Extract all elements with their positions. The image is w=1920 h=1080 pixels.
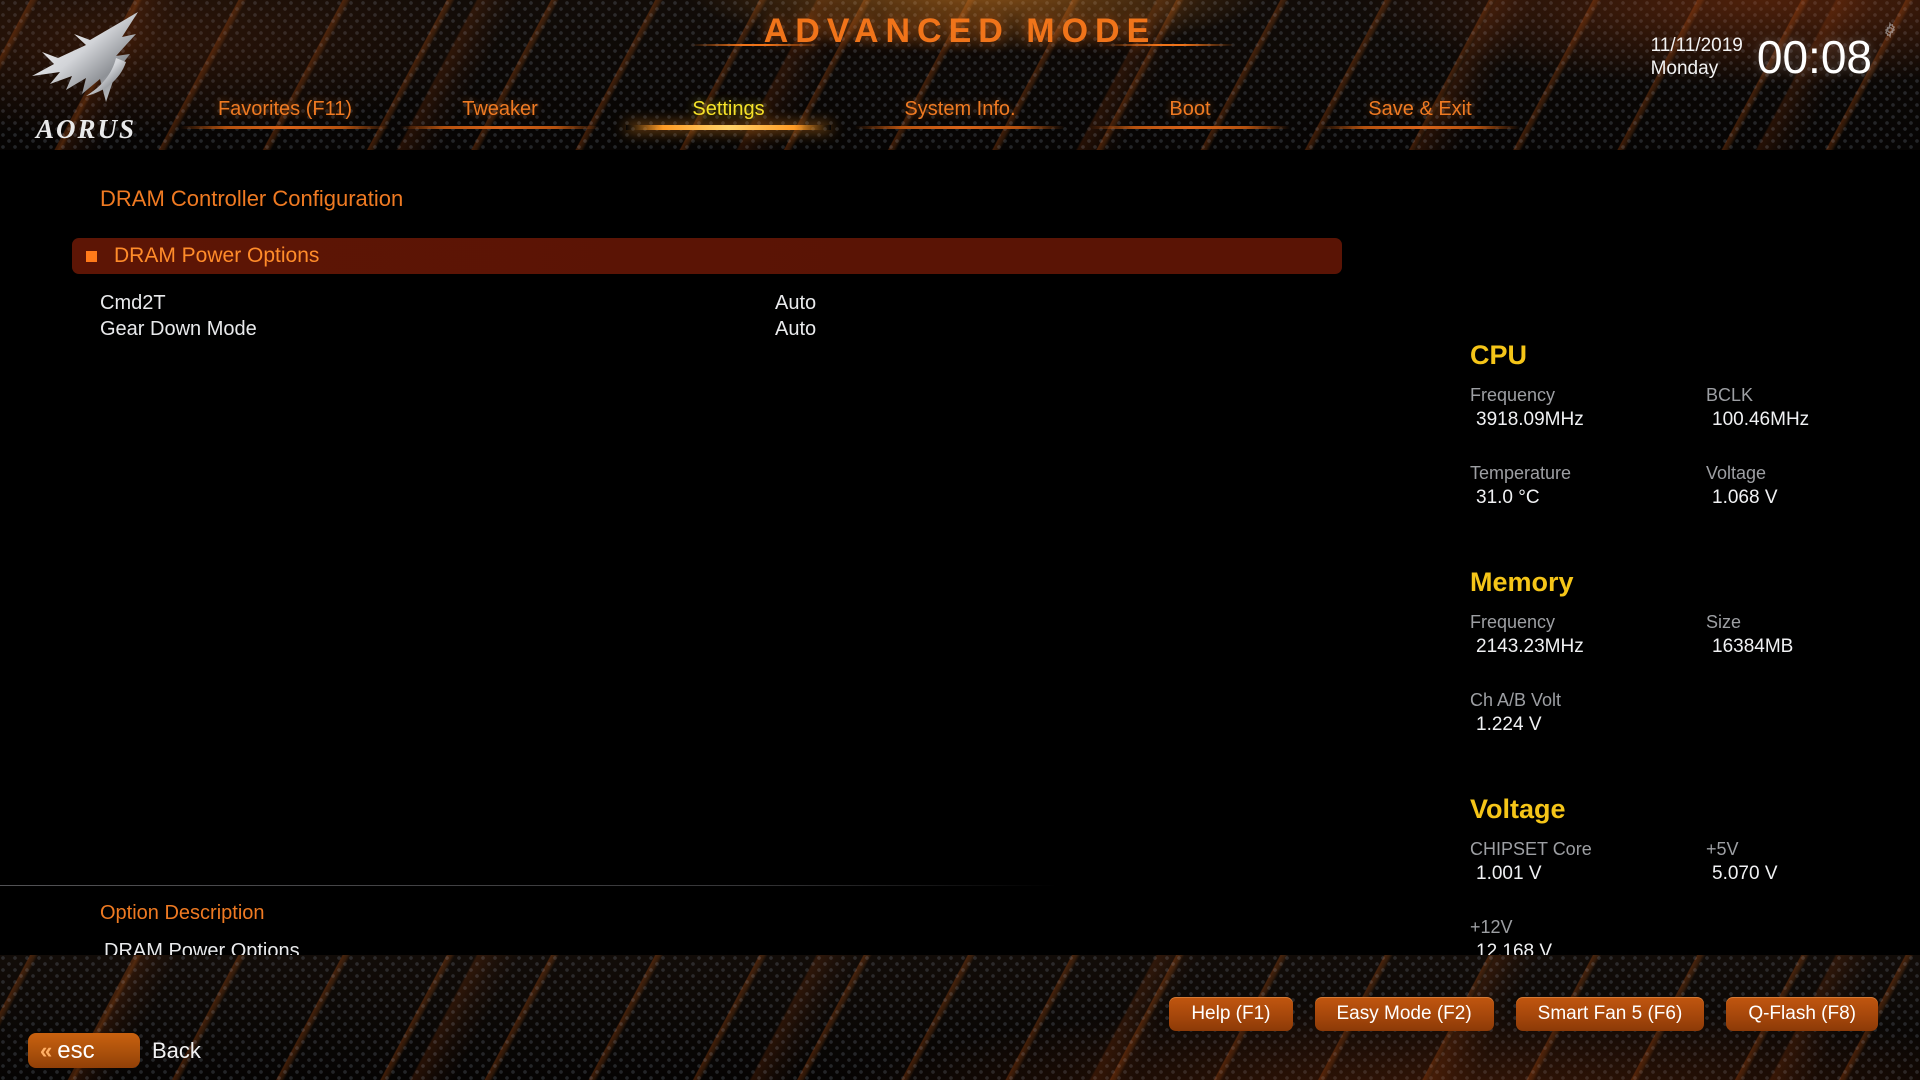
sysinfo-grid: CHIPSET Core 1.001 V +5V 5.070 V +12V 12.168 …	[1470, 837, 1900, 965]
sysinfo-key: Size	[1706, 611, 1742, 632]
footer-button-label: Smart Fan 5 (F6)	[1537, 1003, 1683, 1024]
tab-label: Boot	[1169, 98, 1211, 120]
tab-save-exit[interactable]: Save & Exit	[1320, 98, 1520, 129]
sysinfo-cell: +5V 5.070 V	[1706, 837, 1900, 887]
option-value: Auto	[775, 292, 817, 314]
clock-date-block: 11/11/2019 Monday	[1651, 34, 1743, 80]
sysinfo-value: 1.001 V	[1476, 863, 1542, 885]
footer-button-label: Easy Mode (F2)	[1336, 1003, 1472, 1024]
page-mode-title: ADVANCED MODE	[763, 12, 1157, 50]
footer-button-help-f1[interactable]: Help (F1)	[1169, 997, 1293, 1031]
footer-button-label: Q-Flash (F8)	[1748, 1003, 1856, 1024]
sysinfo-cell: Ch A/B Volt 1.224 V	[1470, 688, 1706, 738]
bios-advanced-mode-screen: AORUS ADVANCED MODE 11/11/2019 Monday 00…	[0, 0, 1920, 1080]
submenu-bullet-icon	[86, 251, 97, 262]
sysinfo-cell: Size 16384MB	[1706, 610, 1900, 660]
tab-label: Settings	[692, 98, 765, 120]
sysinfo-cell: Temperature 31.0 °C	[1470, 461, 1706, 511]
double-chevron-left-icon: «	[40, 1037, 52, 1063]
sysinfo-key: +5V	[1706, 838, 1739, 859]
tab-underline	[400, 126, 600, 129]
tab-underline	[180, 126, 390, 129]
option-name: Gear Down Mode	[100, 318, 257, 340]
sysinfo-key: CHIPSET Core	[1470, 838, 1592, 859]
sysinfo-group-title: CPU	[1470, 340, 1528, 370]
option-description-title: Option Description	[100, 902, 265, 924]
tab-label: System Info.	[904, 98, 1016, 120]
tab-underline	[1090, 126, 1290, 129]
sysinfo-key: +12V	[1470, 916, 1513, 937]
tab-underline	[626, 125, 831, 130]
footer-button-bar: Help (F1) Easy Mode (F2) Smart Fan 5 (F6) Q…	[1169, 997, 1878, 1031]
footer-button-q-flash-f8[interactable]: Q-Flash (F8)	[1726, 997, 1878, 1031]
sysinfo-cell: Frequency 3918.09MHz	[1470, 383, 1706, 433]
menu-item-label: DRAM Power Options	[114, 244, 320, 267]
sysinfo-group-cpu: CPU Frequency 3918.09MHz BCLK 100.46MHz Tempe…	[1470, 340, 1900, 511]
option-name: Cmd2T	[100, 292, 166, 314]
tab-label: Favorites (F11)	[217, 98, 353, 120]
page-title: DRAM Controller Configuration	[100, 186, 404, 211]
sysinfo-key: Temperature	[1470, 462, 1572, 483]
tab-underline	[1320, 126, 1520, 129]
sysinfo-group-voltage: Voltage CHIPSET Core 1.001 V +5V 5.070 V +12V…	[1470, 794, 1900, 965]
sysinfo-value: 100.46MHz	[1712, 409, 1810, 431]
sysinfo-key: Frequency	[1470, 385, 1556, 405]
system-info-panel: CPU Frequency 3918.09MHz BCLK 100.46MHz Tempe…	[1470, 340, 1900, 1021]
tab-favorites-f11[interactable]: Favorites (F11)	[180, 98, 390, 129]
sysinfo-grid: Frequency 3918.09MHz BCLK 100.46MHz Temperat…	[1470, 383, 1900, 511]
esc-key-pill[interactable]: « esc	[28, 1033, 140, 1068]
sysinfo-group-memory: Memory Frequency 2143.23MHz Size 16384MB Ch A…	[1470, 567, 1900, 738]
sysinfo-grid: Frequency 2143.23MHz Size 16384MB Ch A/B Vol…	[1470, 610, 1900, 738]
tab-system-info[interactable]: System Info.	[855, 98, 1065, 129]
option-value: Auto	[775, 318, 817, 340]
sysinfo-cell: Voltage 1.068 V	[1706, 461, 1900, 511]
back-label: Back	[152, 1037, 201, 1063]
sysinfo-key: Frequency	[1470, 611, 1556, 632]
sysinfo-value: 1.224 V	[1476, 714, 1542, 736]
esc-key-label: esc	[57, 1036, 95, 1064]
sysinfo-cell	[1706, 688, 1900, 738]
clock-weekday: Monday	[1650, 58, 1719, 80]
main-navigation: Favorites (F11) Tweaker Settings System Inf…	[0, 98, 1920, 143]
tab-settings[interactable]: Settings	[626, 98, 831, 130]
sysinfo-value: 5.070 V	[1712, 863, 1778, 885]
sysinfo-cell: BCLK 100.46MHz	[1706, 383, 1900, 433]
sysinfo-value: 2143.23MHz	[1476, 636, 1584, 658]
clock: 11/11/2019 Monday 00:08	[1651, 34, 1872, 80]
tab-underline	[855, 126, 1065, 129]
description-divider	[0, 885, 1058, 886]
footer-button-smart-fan-5-f6[interactable]: Smart Fan 5 (F6)	[1515, 997, 1705, 1031]
esc-back-control[interactable]: « esc Back	[28, 1033, 201, 1068]
sysinfo-group-title: Voltage	[1470, 793, 1566, 824]
clock-time: 00:08	[1756, 31, 1872, 84]
footer-button-easy-mode-f2[interactable]: Easy Mode (F2)	[1314, 997, 1494, 1031]
tab-label: Save & Exit	[1368, 98, 1472, 120]
tab-tweaker[interactable]: Tweaker	[400, 98, 600, 129]
content-area: DRAM Controller Configuration DRAM Power…	[0, 150, 1920, 962]
footer-button-label: Help (F1)	[1191, 1003, 1271, 1024]
sysinfo-value: 16384MB	[1712, 636, 1794, 658]
sysinfo-value: 31.0 °C	[1476, 487, 1540, 509]
tab-boot[interactable]: Boot	[1090, 98, 1290, 129]
menu-item-dram-power-options[interactable]: DRAM Power Options	[72, 238, 1342, 274]
clock-date: 11/11/2019	[1650, 35, 1743, 56]
sysinfo-value: 1.068 V	[1712, 487, 1778, 509]
sysinfo-key: Voltage	[1706, 462, 1767, 483]
gear-icon[interactable]	[1882, 22, 1898, 38]
sysinfo-group-title: Memory	[1470, 566, 1574, 597]
sysinfo-cell: Frequency 2143.23MHz	[1470, 610, 1706, 660]
tab-label: Tweaker	[462, 98, 538, 120]
sysinfo-key: Ch A/B Volt	[1470, 689, 1562, 710]
sysinfo-key: BCLK	[1706, 385, 1754, 405]
sysinfo-cell: CHIPSET Core 1.001 V	[1470, 837, 1706, 887]
sysinfo-value: 3918.09MHz	[1476, 409, 1584, 431]
